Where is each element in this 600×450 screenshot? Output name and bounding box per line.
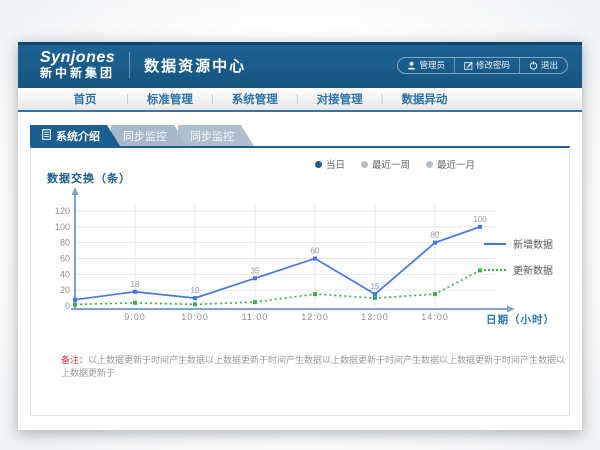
svg-text:100: 100 xyxy=(473,215,487,224)
solid-line-swatch-icon xyxy=(484,243,506,245)
svg-text:60: 60 xyxy=(311,247,320,256)
svg-text:10: 10 xyxy=(191,286,200,295)
user-menu: 管理员 修改密码 退出 xyxy=(397,57,568,74)
range-option-today[interactable]: 当日 xyxy=(315,157,345,171)
footnote-prefix: 备注： xyxy=(61,355,88,365)
tab-sync-monitor-2[interactable]: 同步监控 xyxy=(178,125,254,146)
range-option-label: 最近一月 xyxy=(437,157,475,171)
chart-panel: 当日 最近一周 最近一月 数据交换（条） 0 20 40 60 80 100 120 9:00… xyxy=(30,146,570,416)
range-option-last-month[interactable]: 最近一月 xyxy=(426,157,475,171)
nav-item-interface-mgmt[interactable]: 对接管理 xyxy=(299,91,381,107)
legend-label: 新增数据 xyxy=(513,236,553,251)
admin-user-button[interactable]: 管理员 xyxy=(398,58,454,73)
svg-text:80: 80 xyxy=(60,238,70,248)
radio-unselected-icon xyxy=(426,161,433,168)
logo-text-en: Synjones xyxy=(40,50,115,67)
content-area: 系统介绍 同步监控 同步监控 当日 最近一周 xyxy=(18,112,582,428)
svg-text:15: 15 xyxy=(371,282,380,291)
screenshot-stage: Synjones 新中新集团 数据资源中心 管理员 修改密码 xyxy=(0,0,600,450)
app-header: Synjones 新中新集团 数据资源中心 管理员 修改密码 xyxy=(18,42,582,88)
svg-text:18: 18 xyxy=(131,280,140,289)
company-logo: Synjones 新中新集团 xyxy=(40,50,115,79)
nav-item-system-mgmt[interactable]: 系统管理 xyxy=(214,91,296,107)
power-icon xyxy=(529,61,538,70)
range-option-label: 最近一周 xyxy=(372,157,410,171)
svg-text:11:00: 11:00 xyxy=(242,312,269,322)
line-chart: 0 20 40 60 80 100 120 9:00 10:00 11:00 12:00 13:00 1… xyxy=(45,186,525,341)
app-window: Synjones 新中新集团 数据资源中心 管理员 修改密码 xyxy=(18,42,582,430)
main-nav: 首页 | 标准管理 | 系统管理 | 对接管理 | 数据异动 xyxy=(18,88,582,112)
x-axis-title: 日期（小时） xyxy=(486,312,555,327)
footnote: 备注：以上数据更新于时间产生数据以上数据更新于时间产生数据以上数据更新于时间产生… xyxy=(61,354,566,379)
svg-text:10:00: 10:00 xyxy=(181,312,209,322)
logout-button[interactable]: 退出 xyxy=(519,58,567,73)
radio-unselected-icon xyxy=(361,161,368,168)
tab-label: 同步监控 xyxy=(190,128,234,144)
nav-item-data-change[interactable]: 数据异动 xyxy=(383,91,465,107)
svg-text:80: 80 xyxy=(431,231,440,240)
range-option-last-week[interactable]: 最近一周 xyxy=(361,157,410,171)
chart-legend: 新增数据 更新数据 xyxy=(484,236,553,277)
time-range-options: 当日 最近一周 最近一月 xyxy=(315,157,475,171)
svg-text:20: 20 xyxy=(60,285,70,295)
nav-item-home[interactable]: 首页 xyxy=(44,91,126,107)
radio-selected-icon xyxy=(315,161,322,168)
legend-item-new-data: 新增数据 xyxy=(484,236,553,251)
dotted-line-swatch-icon xyxy=(484,269,506,271)
svg-text:14:00: 14:00 xyxy=(421,312,449,322)
range-option-label: 当日 xyxy=(326,157,345,171)
change-password-label: 修改密码 xyxy=(476,59,510,71)
legend-label: 更新数据 xyxy=(513,262,553,277)
svg-text:40: 40 xyxy=(60,269,70,279)
header-divider xyxy=(129,52,130,78)
nav-item-standard-mgmt[interactable]: 标准管理 xyxy=(129,91,211,107)
svg-text:100: 100 xyxy=(55,222,70,232)
edit-icon xyxy=(464,61,473,70)
admin-user-label: 管理员 xyxy=(419,59,445,71)
svg-text:35: 35 xyxy=(251,266,260,275)
change-password-button[interactable]: 修改密码 xyxy=(454,58,519,73)
svg-text:120: 120 xyxy=(55,206,70,216)
tab-label: 同步监控 xyxy=(123,128,167,144)
footnote-text: 以上数据更新于时间产生数据以上数据更新于时间产生数据以上数据更新于时间产生数据以… xyxy=(61,355,565,378)
svg-text:0: 0 xyxy=(65,301,70,311)
svg-text:60: 60 xyxy=(60,254,70,264)
tab-system-intro[interactable]: 系统介绍 xyxy=(30,125,120,146)
page-title: 数据资源中心 xyxy=(144,55,246,76)
svg-text:12:00: 12:00 xyxy=(301,312,329,322)
tab-bar: 系统介绍 同步监控 同步监控 xyxy=(30,125,254,146)
tab-label: 系统介绍 xyxy=(56,128,100,144)
tab-sync-monitor-1[interactable]: 同步监控 xyxy=(111,125,187,146)
user-icon xyxy=(407,61,416,70)
logo-text-cn: 新中新集团 xyxy=(40,67,115,80)
chart-canvas: 0 20 40 60 80 100 120 9:00 10:00 11:00 12:00 13:00 1… xyxy=(45,186,525,336)
document-icon xyxy=(42,129,51,143)
svg-text:13:00: 13:00 xyxy=(361,312,389,322)
y-axis-title: 数据交换（条） xyxy=(47,170,131,186)
logout-label: 退出 xyxy=(541,59,558,71)
legend-item-updated-data: 更新数据 xyxy=(484,262,553,277)
svg-text:9:00: 9:00 xyxy=(124,312,146,322)
